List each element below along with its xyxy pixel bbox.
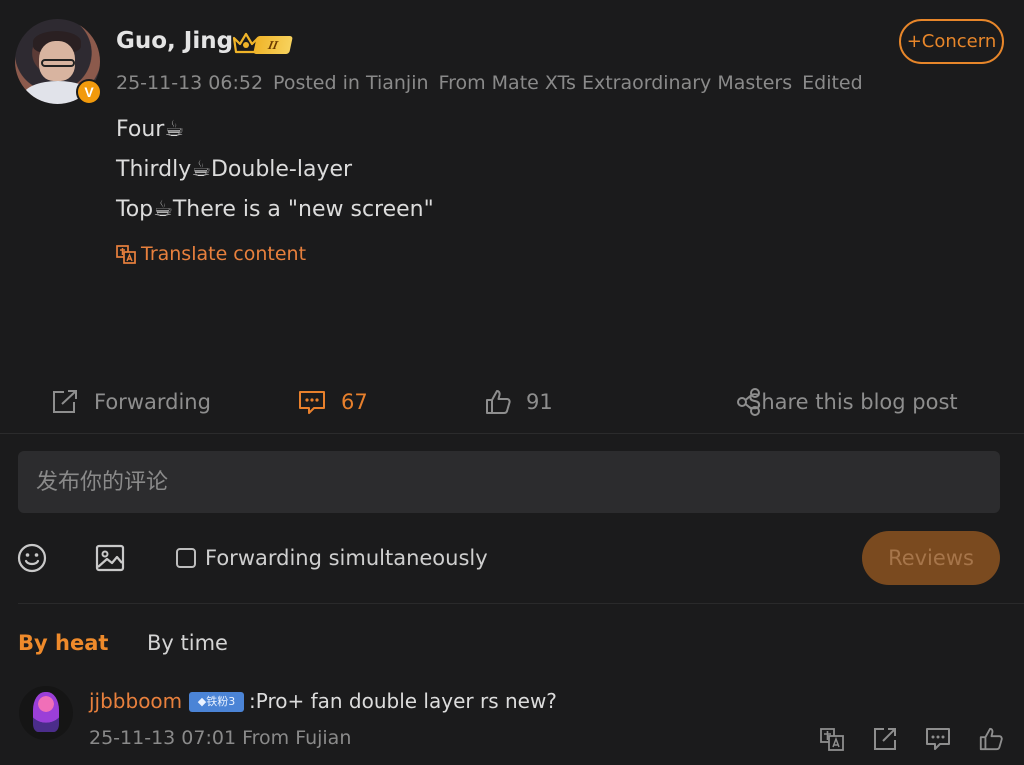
- commenter-avatar[interactable]: [19, 686, 73, 740]
- comment-meta: 25-11-13 07:01 From Fujian: [89, 727, 352, 749]
- forward-simultaneously-checkbox[interactable]: [176, 548, 196, 568]
- tab-by-time[interactable]: By time: [147, 631, 228, 655]
- comment-text: :Pro+ fan double layer rs new?: [249, 689, 557, 713]
- like-icon[interactable]: [978, 726, 1004, 752]
- level-label: II: [253, 36, 293, 54]
- translate-link[interactable]: Translate content: [115, 243, 306, 265]
- share-icon: [737, 388, 760, 416]
- post-timestamp[interactable]: 25-11-13 06:52: [116, 72, 263, 94]
- comment-count: 67: [341, 390, 368, 414]
- forward-simultaneously-option[interactable]: Forwarding simultaneously: [176, 546, 488, 570]
- post-text-line: Four☕: [116, 117, 185, 142]
- forward-icon[interactable]: [872, 726, 898, 752]
- comment-input[interactable]: [18, 451, 1000, 513]
- post-source: From Mate XTs Extraordinary Masters: [438, 72, 793, 94]
- post-text-line: Top☕There is a "new screen": [116, 197, 434, 222]
- image-icon[interactable]: [94, 542, 126, 574]
- follow-button[interactable]: +Concern: [899, 19, 1004, 64]
- forward-simultaneously-label: Forwarding simultaneously: [205, 546, 488, 570]
- share-button[interactable]: Share this blog post: [736, 386, 958, 418]
- post-edited[interactable]: Edited: [802, 72, 863, 94]
- post-detail-page: V Guo, Jing II 25-11-13 06:52 Posted in T…: [0, 0, 1024, 765]
- translate-label: Translate content: [141, 243, 307, 265]
- divider: [0, 433, 1024, 434]
- translate-icon: [116, 245, 136, 264]
- post-location: Posted in Tianjin: [273, 72, 429, 94]
- comment-icon: [299, 391, 325, 414]
- comment-button[interactable]: 67: [297, 386, 368, 418]
- forward-icon: [53, 390, 77, 413]
- like-button[interactable]: 91: [484, 386, 553, 418]
- emoji-icon[interactable]: [16, 542, 48, 574]
- fan-badge[interactable]: ◆铁粉3: [189, 692, 244, 712]
- commenter-name[interactable]: jjbbboom: [89, 689, 182, 713]
- tab-by-heat[interactable]: By heat: [18, 631, 108, 655]
- post-meta: 25-11-13 06:52 Posted in Tianjin From Mate…: [116, 72, 873, 94]
- author-name[interactable]: Guo, Jing: [116, 28, 233, 54]
- like-count: 91: [526, 390, 553, 414]
- forward-label: Forwarding: [94, 390, 211, 414]
- like-icon: [486, 390, 511, 414]
- divider: [18, 603, 1024, 604]
- forward-button[interactable]: Forwarding: [50, 386, 211, 418]
- post-text-line: Thirdly☕Double-layer: [116, 157, 353, 182]
- comment-icon[interactable]: [925, 726, 951, 752]
- verified-icon: V: [76, 79, 102, 105]
- member-level-badge[interactable]: II: [231, 30, 293, 58]
- share-label: Share this blog post: [748, 390, 958, 414]
- submit-comment-button[interactable]: Reviews: [862, 531, 1000, 585]
- translate-icon[interactable]: [819, 726, 845, 752]
